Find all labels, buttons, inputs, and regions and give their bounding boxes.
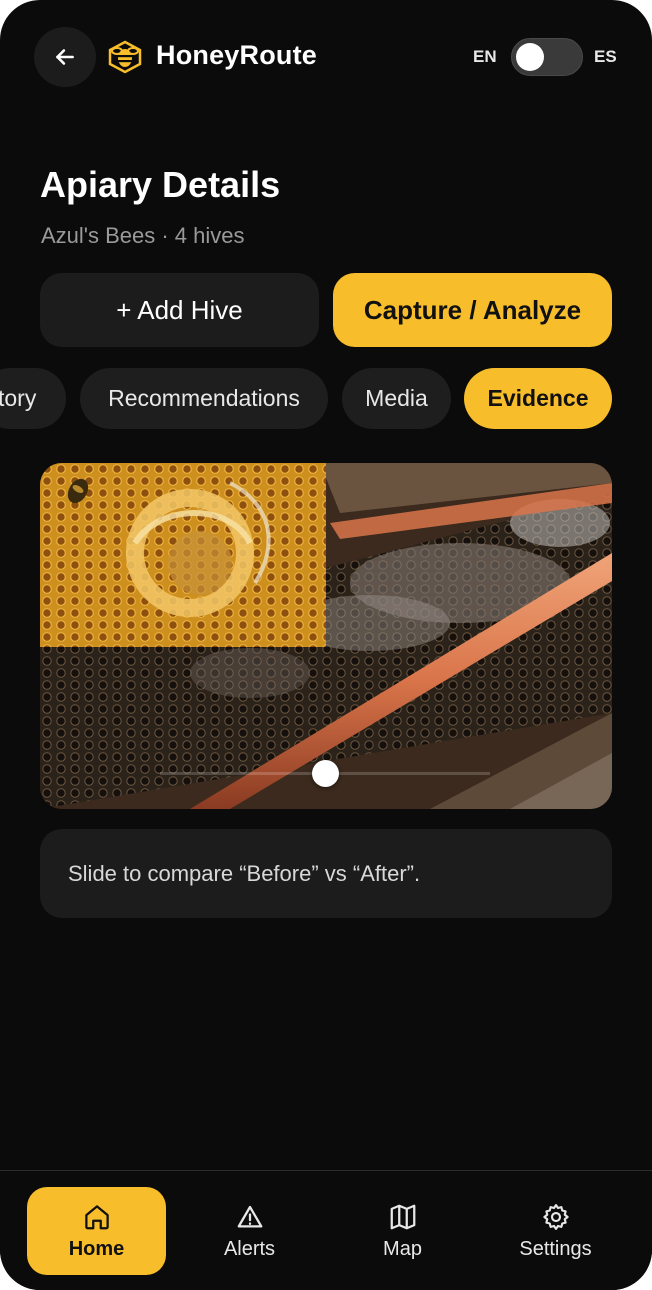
language-toggle[interactable] — [511, 38, 583, 76]
language-es-label: ES — [594, 47, 617, 66]
nav-home[interactable]: Home — [27, 1187, 166, 1275]
tab-recommendations[interactable]: Recommendations — [80, 368, 328, 429]
language-en-label: EN — [473, 47, 497, 66]
compare-slider-handle[interactable] — [312, 760, 339, 787]
map-icon — [390, 1204, 415, 1229]
tab-evidence[interactable]: Evidence — [464, 368, 612, 429]
nav-home-label: Home — [68, 1237, 125, 1260]
page-subtitle: Azul's Bees · 4 hives — [41, 223, 245, 248]
back-button[interactable] — [34, 27, 96, 87]
app-title: HoneyRoute — [156, 40, 318, 70]
compare-hint: Slide to compare “Before” vs “After”. — [40, 829, 612, 918]
bee-logo-icon — [108, 40, 142, 74]
nav-settings-label: Settings — [519, 1237, 592, 1260]
tab-history[interactable]: tory — [0, 368, 66, 429]
nav-settings[interactable]: Settings — [486, 1187, 625, 1275]
nav-map[interactable]: Map — [333, 1187, 472, 1275]
compare-hint-text: Slide to compare “Before” vs “After”. — [68, 860, 421, 886]
arrow-left-icon — [56, 49, 74, 65]
gear-icon — [542, 1203, 569, 1230]
capture-analyze-button[interactable]: Capture / Analyze — [333, 273, 612, 347]
before-image — [40, 463, 326, 647]
page-title: Apiary Details — [40, 164, 281, 205]
bottom-navigation: Home Alerts Map Settings — [0, 1170, 652, 1290]
home-icon — [84, 1204, 109, 1229]
nav-alerts[interactable]: Alerts — [180, 1187, 319, 1275]
before-after-compare[interactable] — [40, 463, 612, 809]
alert-triangle-icon — [237, 1205, 262, 1227]
toggle-knob — [516, 43, 544, 71]
tab-media[interactable]: Media — [342, 368, 451, 429]
phone-screen: HoneyRoute EN ES Apiary Details Azul's B… — [0, 0, 652, 1290]
add-hive-button[interactable]: + Add Hive — [40, 273, 319, 347]
nav-alerts-label: Alerts — [223, 1237, 276, 1260]
nav-map-label: Map — [383, 1237, 422, 1260]
